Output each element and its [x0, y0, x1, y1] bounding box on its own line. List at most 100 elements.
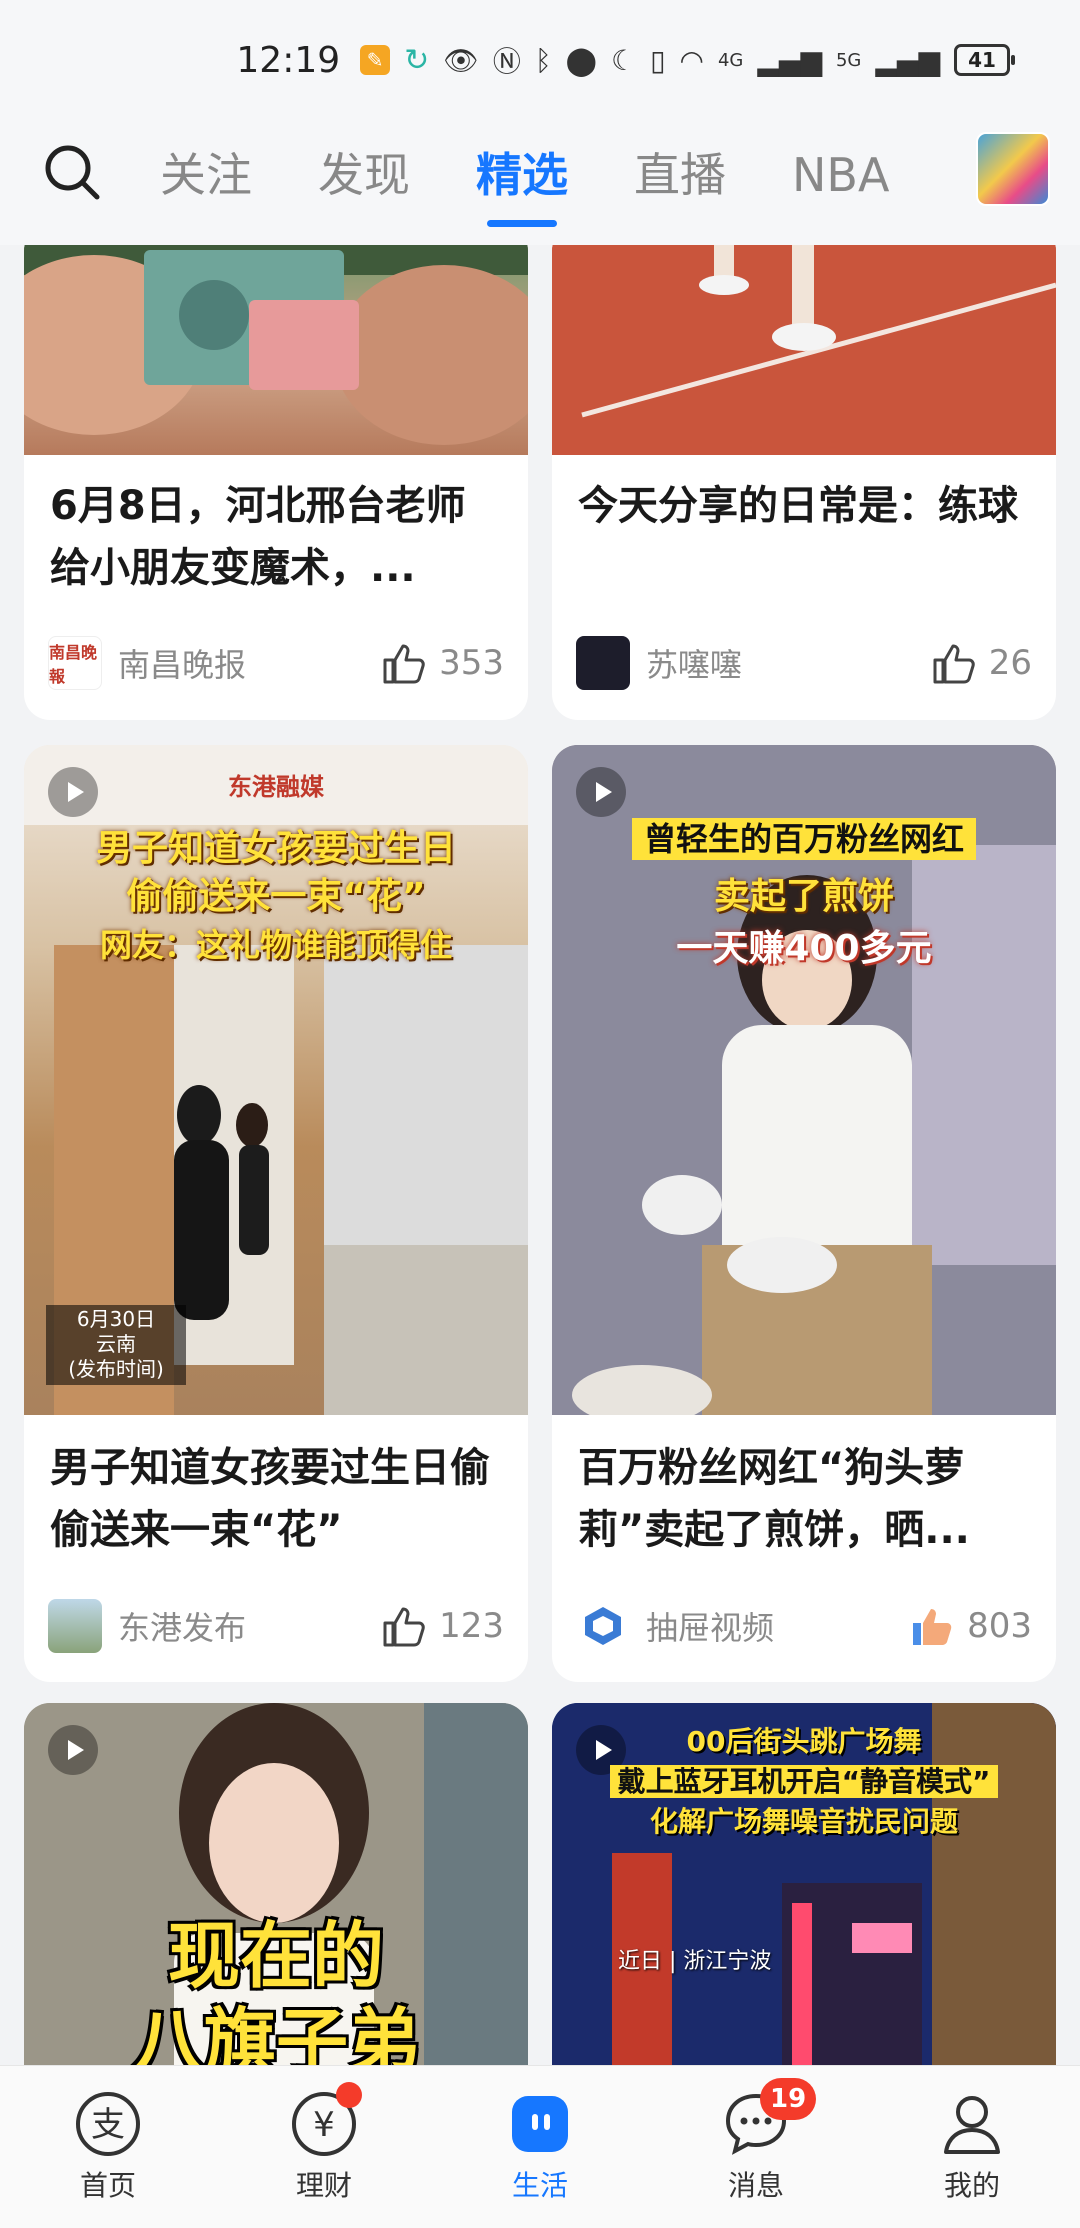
nav-messages[interactable]: 19 消息 — [648, 2066, 864, 2228]
source-avatar[interactable] — [576, 636, 630, 690]
card-meta: 南昌晚報 南昌晚报 353 — [48, 635, 504, 691]
top-nav: 关注 发现 精选 直播 NBA — [0, 120, 1080, 245]
drawer-logo-icon — [585, 1607, 621, 1645]
caption-note: (发布时间) — [68, 1357, 164, 1381]
feed-card[interactable]: 现在的 八旗子弟 — [24, 1703, 528, 2065]
svg-text:支: 支 — [91, 2105, 125, 2145]
content-feed[interactable]: 6月8日，河北邢台老师给小朋友变魔术，... 南昌晚報 南昌晚报 353 今天分… — [0, 245, 1080, 2065]
like-count: 803 — [967, 1606, 1032, 1646]
like-count: 26 — [988, 643, 1032, 683]
source-name[interactable]: 南昌晚报 — [118, 640, 381, 686]
promo-avatar[interactable] — [976, 132, 1050, 206]
nav-wealth-label: 理财 — [295, 2169, 352, 2202]
card-title[interactable]: 今天分享的日常是：练球 — [578, 475, 1030, 537]
feed-card[interactable]: 00后街头跳广场舞 戴上蓝牙耳机开启“静音模式” 化解广场舞噪音扰民问题 近日 … — [552, 1703, 1056, 2065]
person-icon — [944, 2096, 1000, 2154]
video-thumbnail[interactable]: 曾轻生的百万粉丝网红 卖起了煎饼 一天赚400多元 — [552, 745, 1056, 1415]
video-thumbnail[interactable]: 00后街头跳广场舞 戴上蓝牙耳机开启“静音模式” 化解广场舞噪音扰民问题 近日 … — [552, 1703, 1056, 2065]
source-avatar[interactable]: 南昌晚報 — [48, 636, 102, 690]
tab-discover[interactable]: 发现 — [318, 135, 410, 215]
overlay-line-1: 男子知道女孩要过生日 — [95, 828, 456, 869]
thumbs-up-icon[interactable] — [381, 1603, 427, 1649]
tab-nba[interactable]: NBA — [792, 135, 889, 215]
tab-live[interactable]: 直播 — [634, 135, 726, 215]
channel-tabs: 关注 发现 精选 直播 NBA — [160, 135, 955, 215]
nav-wealth[interactable]: ¥ 理财 — [216, 2066, 432, 2228]
like-count: 123 — [439, 1606, 504, 1646]
nav-me-label: 我的 — [943, 2169, 1000, 2202]
nav-messages-label: 消息 — [727, 2169, 784, 2202]
card-thumbnail — [552, 245, 1056, 455]
thumbs-up-filled-icon[interactable] — [909, 1603, 955, 1649]
life-icon — [512, 2096, 568, 2152]
battery-icon: 41 — [954, 44, 1015, 76]
overlay-line-3: 化解广场舞噪音扰民问题 — [649, 1805, 958, 1838]
feed-card[interactable]: 东港融媒 男子知道女孩要过生日 偷偷送来一束“花” 网友：这礼物谁能顶得住 6月… — [24, 745, 528, 1682]
video-thumbnail[interactable]: 东港融媒 男子知道女孩要过生日 偷偷送来一束“花” 网友：这礼物谁能顶得住 6月… — [24, 745, 528, 1415]
eye-icon: 👁 — [443, 43, 479, 77]
source-name[interactable]: 抽屉视频 — [646, 1603, 909, 1649]
caption-date: 6月30日 — [76, 1307, 156, 1331]
source-avatar[interactable] — [48, 1599, 102, 1653]
caption-place: 云南 — [96, 1332, 136, 1356]
location-icon: ⬤ — [565, 43, 597, 77]
card-title[interactable]: 百万粉丝网红“狗头萝莉”卖起了煎饼，晒... — [578, 1437, 1030, 1561]
signal-5g-label: 5G — [835, 49, 862, 71]
overlay-line-3: 网友：这礼物谁能顶得住 — [99, 926, 452, 964]
overlay-line-1: 00后街头跳广场舞 — [686, 1725, 922, 1758]
overlay-line-1: 曾轻生的百万粉丝网红 — [552, 815, 1056, 863]
source-avatar[interactable] — [576, 1599, 630, 1653]
nfc-icon: Ⓝ — [492, 45, 521, 78]
source-name[interactable]: 苏噻噻 — [646, 640, 931, 686]
video-thumbnail[interactable]: 现在的 八旗子弟 — [24, 1703, 528, 2065]
feed-card[interactable]: 今天分享的日常是：练球 苏噻噻 26 — [552, 245, 1056, 720]
overlay-line-3: 一天赚400多元 — [676, 928, 932, 969]
tab-featured[interactable]: 精选 — [476, 135, 568, 215]
search-icon[interactable] — [42, 142, 102, 202]
money-image — [24, 245, 528, 445]
video-caption: 6月30日 云南 (发布时间) — [46, 1307, 186, 1382]
overlay-line-2: 偷偷送来一束“花” — [126, 876, 426, 917]
notification-dot — [336, 2082, 362, 2108]
feed-card[interactable]: 6月8日，河北邢台老师给小朋友变魔术，... 南昌晚報 南昌晚报 353 — [24, 245, 528, 720]
thumbs-up-icon[interactable] — [931, 640, 977, 686]
overlay-line-1: 现在的 — [167, 1914, 384, 1998]
card-meta: 东港发布 123 — [48, 1598, 504, 1654]
play-icon — [48, 1725, 98, 1775]
vibrate-icon: ▯ — [650, 43, 666, 77]
overlay-line-2: 八旗子弟 — [131, 2000, 420, 2065]
overlay-line-2-text: 戴上蓝牙耳机开启“静音模式” — [609, 1765, 999, 1798]
signal-bars-icon: ▂▄▆ — [757, 43, 822, 77]
nav-life[interactable]: 生活 — [432, 2066, 648, 2228]
video-caption: 近日 | 浙江宁波 — [618, 1949, 772, 1974]
thumbs-up-icon[interactable] — [381, 640, 427, 686]
feed-card[interactable]: 曾轻生的百万粉丝网红 卖起了煎饼 一天赚400多元 百万粉丝网红“狗头萝莉”卖起… — [552, 745, 1056, 1682]
card-meta: 苏噻噻 26 — [576, 635, 1032, 691]
card-thumbnail — [24, 245, 528, 455]
overlay-line-2: 戴上蓝牙耳机开启“静音模式” — [552, 1763, 1056, 1801]
status-time: 12:19 — [236, 39, 341, 81]
signal-bars-icon-2: ▂▄▆ — [875, 43, 940, 77]
nav-life-label: 生活 — [511, 2169, 568, 2202]
play-icon — [576, 767, 626, 817]
card-meta: 抽屉视频 803 — [576, 1598, 1032, 1654]
bottom-tab-bar: 支 首页 ¥ 理财 生活 19 消息 我的 — [0, 2065, 1080, 2228]
wifi-icon: ◠ — [679, 43, 704, 77]
nav-me[interactable]: 我的 — [864, 2066, 1080, 2228]
sync-icon: ↻ — [404, 42, 430, 78]
overlay-line-1-text: 曾轻生的百万粉丝网红 — [631, 818, 976, 860]
nav-home-label: 首页 — [79, 2169, 136, 2202]
home-alipay-icon: 支 — [76, 2092, 140, 2156]
bluetooth-icon: ᛒ — [534, 43, 552, 77]
signal-4g-label: 4G — [717, 49, 744, 71]
source-name[interactable]: 东港发布 — [118, 1603, 381, 1649]
moon-icon: ☾ — [611, 43, 637, 77]
like-count: 353 — [439, 643, 504, 683]
app-notification-icon: ✎ — [360, 45, 391, 75]
brand-label: 东港融媒 — [228, 773, 324, 801]
track-image — [552, 245, 1056, 455]
card-title[interactable]: 男子知道女孩要过生日偷偷送来一束“花” — [50, 1437, 502, 1561]
nav-home[interactable]: 支 首页 — [0, 2066, 216, 2228]
tab-follow[interactable]: 关注 — [160, 135, 252, 215]
card-title[interactable]: 6月8日，河北邢台老师给小朋友变魔术，... — [50, 475, 502, 599]
